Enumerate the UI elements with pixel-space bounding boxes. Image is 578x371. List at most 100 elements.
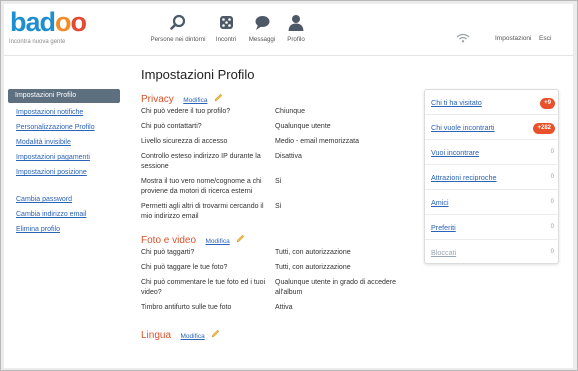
sidebar-item-delete-profile[interactable]: Elimina profilo bbox=[8, 223, 120, 238]
setting-value: Sì bbox=[275, 203, 282, 210]
privacy-row: Chi può vedere il tuo profilo? Chiunque bbox=[141, 104, 413, 119]
privacy-edit-link[interactable]: Modifica bbox=[183, 97, 207, 104]
photo-row: Timbro antifurto sulle tue foto Attiva bbox=[141, 300, 413, 315]
panel-item-label[interactable]: Vuoi incontrare bbox=[431, 148, 479, 157]
setting-question: Chi può taggarti? bbox=[141, 249, 195, 256]
setting-value: Attiva bbox=[275, 304, 293, 311]
sidebar-item-customization[interactable]: Personalizzazione Profilo bbox=[8, 121, 120, 136]
nav-messages[interactable]: Messaggi bbox=[247, 14, 277, 43]
count-value: 0 bbox=[550, 249, 554, 255]
header: badoo Incontra nuova gente Persone nei d… bbox=[4, 4, 573, 56]
sidebar-item-location[interactable]: Impostazioni posizione bbox=[8, 166, 120, 181]
privacy-heading: Privacy bbox=[141, 94, 174, 105]
nav-people-label: Persone nei dintorni bbox=[150, 36, 206, 43]
setting-question: Permetti agli altri di trovarmi cercando… bbox=[141, 203, 264, 220]
sidebar-item-notifications[interactable]: Impostazioni notifiche bbox=[8, 106, 120, 121]
nav-encounters-label: Incontri bbox=[215, 36, 237, 43]
setting-value: Chiunque bbox=[275, 108, 305, 115]
setting-question: Livello sicurezza di accesso bbox=[141, 138, 228, 145]
language-heading: Lingua bbox=[141, 330, 172, 341]
count-value: 0 bbox=[550, 174, 554, 180]
panel-item-label[interactable]: Chi vuole incontrarti bbox=[431, 123, 495, 132]
panel-item-label[interactable]: Bloccati bbox=[431, 248, 456, 257]
sidebar-item-change-password[interactable]: Cambia password bbox=[8, 193, 120, 208]
pencil-icon[interactable] bbox=[236, 234, 245, 243]
nav-profile-label: Profilo bbox=[287, 36, 305, 43]
setting-value: Medio - email memorizzata bbox=[275, 138, 360, 145]
logo-letter-d: d bbox=[39, 7, 56, 37]
setting-question: Chi può taggare le tue foto? bbox=[141, 264, 228, 271]
setting-value: Qualunque utente bbox=[275, 123, 331, 130]
nav-encounters[interactable]: Incontri bbox=[212, 14, 240, 43]
panel-item-label[interactable]: Attrazioni reciproche bbox=[431, 173, 497, 182]
dice-icon bbox=[220, 16, 233, 29]
pencil-icon[interactable] bbox=[214, 93, 223, 102]
tagline: Incontra nuova gente bbox=[9, 39, 66, 45]
logout-link[interactable]: Esci bbox=[539, 35, 551, 42]
privacy-row: Mostra il tuo vero nome/cognome a chi pr… bbox=[141, 174, 413, 199]
wifi-icon bbox=[456, 33, 470, 43]
panel-item-blocked[interactable]: Bloccati 0 bbox=[425, 240, 560, 265]
panel-item-friends[interactable]: Amici 0 bbox=[425, 190, 560, 215]
setting-value: Sì bbox=[275, 178, 282, 185]
privacy-row: Controllo esteso indirizzo IP durante la… bbox=[141, 149, 413, 174]
language-edit-link[interactable]: Modifica bbox=[180, 333, 204, 340]
logo-letter-o1: o bbox=[55, 7, 71, 37]
setting-value: Tutti, con autorizzazione bbox=[275, 249, 351, 256]
setting-question: Chi può contattarti? bbox=[141, 123, 202, 130]
panel-item-visitors[interactable]: Chi ti ha visitato +9 bbox=[425, 90, 560, 115]
setting-value: Qualunque utente in grado di accedere al… bbox=[275, 279, 397, 296]
nav-people-nearby[interactable]: Persone nei dintorni bbox=[146, 14, 210, 43]
photo-edit-link[interactable]: Modifica bbox=[206, 238, 230, 245]
logo-letter-o2: o bbox=[70, 7, 87, 37]
setting-question: Timbro antifurto sulle tue foto bbox=[141, 304, 232, 311]
sidebar-item-payments[interactable]: Impostazioni pagamenti bbox=[8, 151, 120, 166]
nav-messages-label: Messaggi bbox=[248, 36, 276, 43]
sidebar-item-invisible-mode[interactable]: Modalità invisibile bbox=[8, 136, 120, 151]
photo-row: Chi può taggare le tue foto? Tutti, con … bbox=[141, 260, 413, 275]
privacy-row: Livello sicurezza di accesso Medio - ema… bbox=[141, 134, 413, 149]
panel-item-mutual-attractions[interactable]: Attrazioni reciproche 0 bbox=[425, 165, 560, 190]
count-value: 0 bbox=[550, 149, 554, 155]
main-content: Impostazioni Profilo Privacy Modifica Ch… bbox=[141, 67, 413, 341]
photo-row: Chi può commentare le tue foto ed i tuoi… bbox=[141, 275, 413, 300]
setting-question: Controllo esteso indirizzo IP durante la… bbox=[141, 153, 261, 170]
settings-sidebar: Impostazioni Profilo Impostazioni notifi… bbox=[8, 89, 120, 238]
pencil-icon[interactable] bbox=[211, 329, 220, 338]
count-badge: +282 bbox=[533, 123, 555, 134]
nav-profile[interactable]: Profilo bbox=[285, 14, 307, 43]
setting-value: Tutti, con autorizzazione bbox=[275, 264, 351, 271]
photo-section-header: Foto e video Modifica bbox=[141, 230, 413, 246]
panel-item-label[interactable]: Preferiti bbox=[431, 223, 456, 232]
badoo-logo[interactable]: badoo bbox=[10, 7, 87, 37]
sidebar-item-change-email[interactable]: Cambia indirizzo email bbox=[8, 208, 120, 223]
sidebar-item-profile-settings[interactable]: Impostazioni Profilo bbox=[8, 89, 120, 103]
setting-question: Chi può vedere il tuo profilo? bbox=[141, 108, 231, 115]
count-value: 0 bbox=[550, 224, 554, 230]
count-value: 0 bbox=[550, 199, 554, 205]
count-badge: +9 bbox=[540, 98, 555, 109]
logo-letter-a: a bbox=[25, 7, 41, 37]
language-section-header: Lingua Modifica bbox=[141, 325, 413, 341]
logo-letter-b: b bbox=[10, 7, 26, 37]
chat-bubble-icon bbox=[255, 16, 270, 30]
search-icon bbox=[170, 14, 186, 30]
window-frame: badoo Incontra nuova gente Persone nei d… bbox=[0, 0, 578, 371]
privacy-section-header: Privacy Modifica bbox=[141, 89, 413, 105]
settings-link[interactable]: Impostazioni bbox=[495, 35, 532, 42]
page-title: Impostazioni Profilo bbox=[141, 67, 255, 82]
panel-item-want-to-meet[interactable]: Vuoi incontrare 0 bbox=[425, 140, 560, 165]
panel-item-wants-to-meet[interactable]: Chi vuole incontrarti +282 bbox=[425, 115, 560, 140]
setting-question: Chi può commentare le tue foto ed i tuoi… bbox=[141, 279, 266, 296]
photo-heading: Foto e video bbox=[141, 235, 197, 246]
user-icon bbox=[288, 15, 304, 31]
privacy-row: Chi può contattarti? Qualunque utente bbox=[141, 119, 413, 134]
panel-item-label[interactable]: Amici bbox=[431, 198, 449, 207]
privacy-row: Permetti agli altri di trovarmi cercando… bbox=[141, 199, 413, 224]
activity-panel: Chi ti ha visitato +9 Chi vuole incontra… bbox=[424, 89, 560, 265]
panel-item-label[interactable]: Chi ti ha visitato bbox=[431, 98, 482, 107]
setting-question: Mostra il tuo vero nome/cognome a chi pr… bbox=[141, 178, 262, 195]
setting-value: Disattiva bbox=[275, 153, 302, 160]
panel-item-favorites[interactable]: Preferiti 0 bbox=[425, 215, 560, 240]
photo-row: Chi può taggarti? Tutti, con autorizzazi… bbox=[141, 245, 413, 260]
